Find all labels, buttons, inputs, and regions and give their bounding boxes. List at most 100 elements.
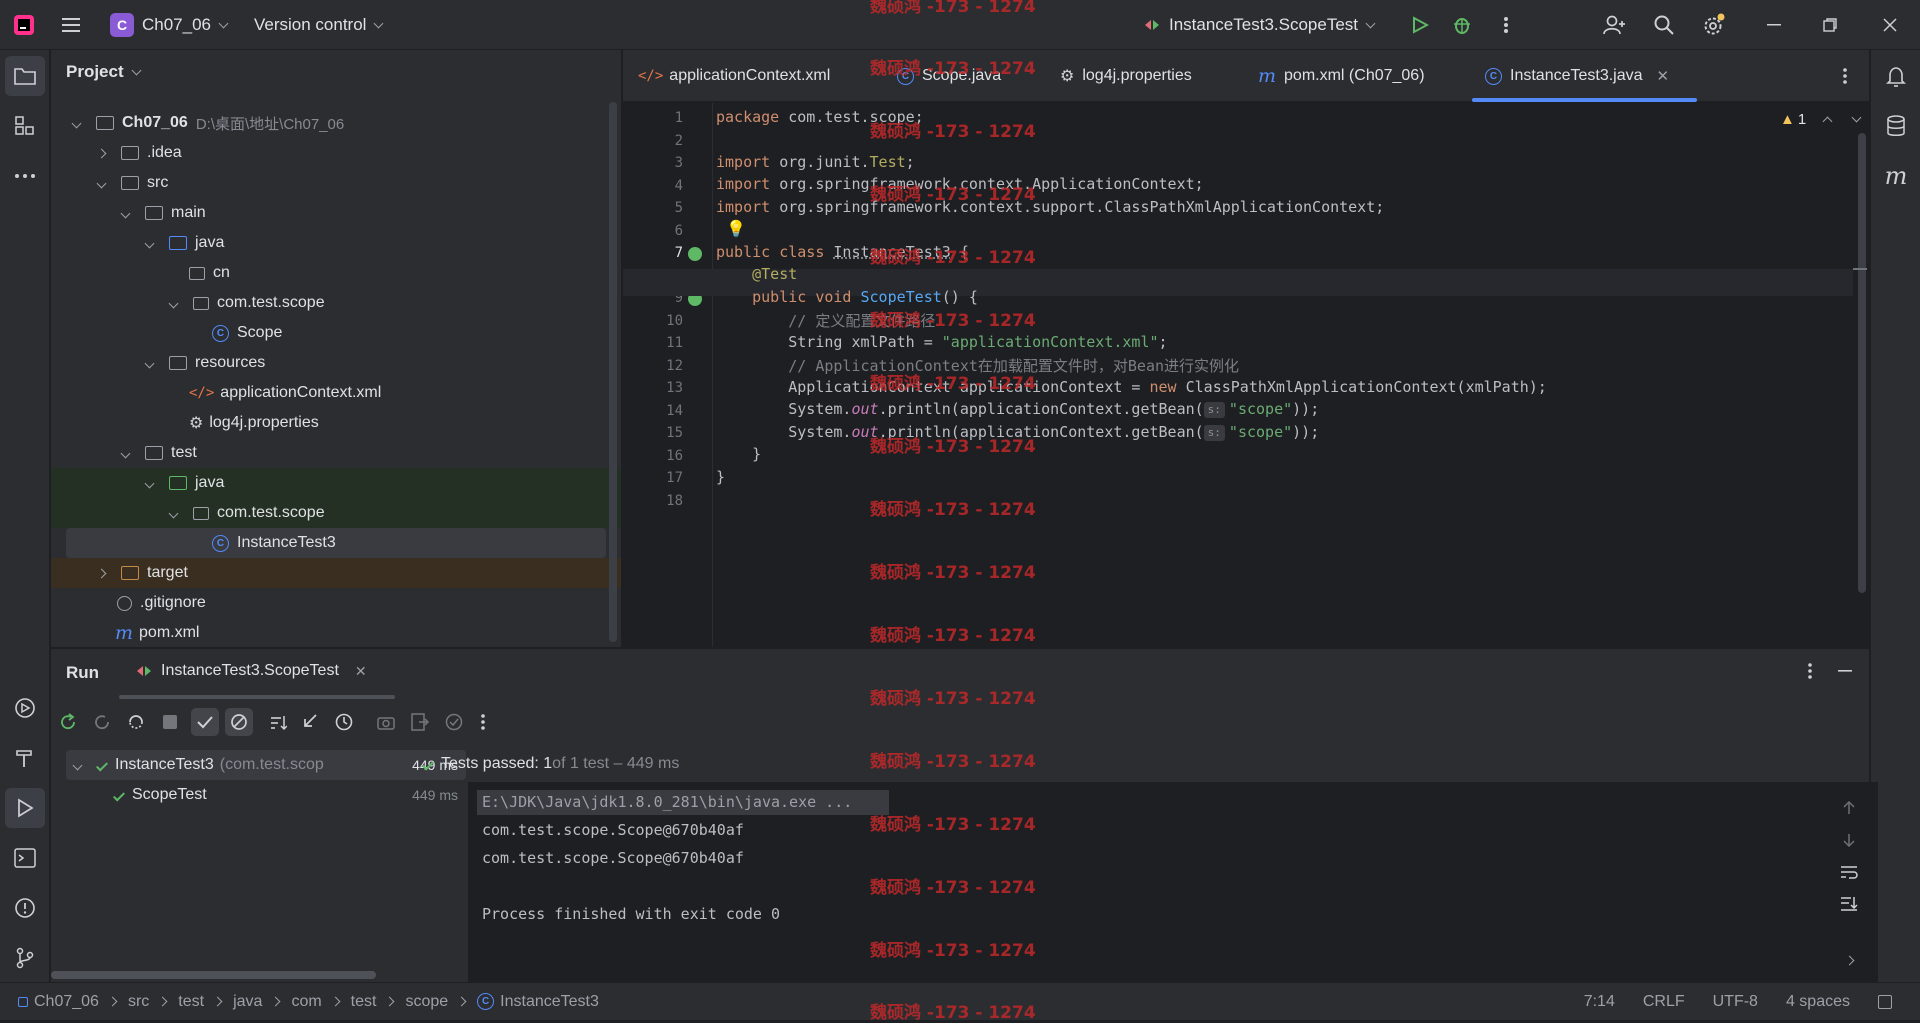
line-number[interactable]: 3 — [623, 155, 683, 171]
tree-item-test[interactable]: test — [51, 438, 611, 468]
tree-item-pom-xml[interactable]: m pom.xml — [51, 618, 611, 648]
terminal-icon[interactable] — [5, 838, 45, 878]
version-control-menu[interactable]: Version control — [254, 0, 384, 50]
tab-scope-java[interactable]: C Scope.java — [897, 50, 1001, 102]
file-encoding[interactable]: UTF-8 — [1713, 993, 1758, 1011]
project-panel-title[interactable]: Project — [66, 62, 142, 82]
build-hammer-icon[interactable] — [5, 738, 45, 778]
line-number[interactable]: 15 — [623, 425, 683, 441]
line-number[interactable]: 1 — [623, 110, 683, 126]
screenshot-icon[interactable] — [373, 709, 399, 735]
chevron-up-icon[interactable] — [1822, 116, 1833, 127]
debug-icon[interactable] — [1450, 13, 1474, 37]
run-config-selector[interactable]: InstanceTest3.ScopeTest — [1143, 0, 1376, 50]
run-tool-icon[interactable] — [5, 788, 45, 828]
tab-application-context-xml[interactable]: </> applicationContext.xml — [638, 50, 830, 102]
problems-icon[interactable] — [5, 888, 45, 928]
export-icon[interactable] — [407, 709, 433, 735]
line-number[interactable]: 7 — [623, 245, 683, 261]
line-number[interactable]: 10 — [623, 313, 683, 329]
import-tests-icon[interactable] — [297, 709, 323, 735]
lightbulb-icon[interactable]: 💡 — [726, 219, 746, 239]
tree-item-com-test-scope-test[interactable]: com.test.scope — [51, 498, 621, 528]
tree-item-com-test-scope-main[interactable]: com.test.scope — [51, 288, 611, 318]
database-icon[interactable] — [1876, 106, 1916, 146]
expand-right-icon[interactable] — [1838, 949, 1860, 971]
run-options-icon[interactable] — [1800, 659, 1820, 683]
show-ignored-icon[interactable] — [225, 708, 253, 736]
read-only-lock-icon[interactable] — [1878, 994, 1892, 1009]
breadcrumb-item[interactable]: test — [351, 993, 377, 1011]
more-toolbar-icon[interactable] — [475, 709, 491, 735]
line-number[interactable]: 14 — [623, 403, 683, 419]
restore-icon[interactable] — [1818, 13, 1842, 37]
structure-icon[interactable] — [5, 106, 45, 146]
test-tree-root[interactable]: InstanceTest3 (com.test.scop 449 ms — [66, 750, 466, 780]
maven-m-icon[interactable]: m — [1876, 156, 1916, 196]
tab-instancetest3-java-active[interactable]: C InstanceTest3.java ✕ — [1485, 50, 1669, 102]
tab-options-icon[interactable] — [1833, 64, 1857, 88]
line-number[interactable]: 16 — [623, 448, 683, 464]
close-tab-icon[interactable]: ✕ — [355, 663, 367, 680]
inspection-widget[interactable]: ▲ 1 — [1780, 111, 1862, 128]
line-number[interactable]: 17 — [623, 470, 683, 486]
scroll-to-end-icon[interactable] — [1838, 893, 1860, 915]
settings-gear-icon[interactable] — [1701, 12, 1727, 38]
test-tree-scrollbar[interactable] — [51, 971, 376, 979]
tree-item-src[interactable]: src — [51, 168, 611, 198]
project-selector[interactable]: C Ch07_06 — [110, 0, 229, 50]
services-icon[interactable] — [5, 688, 45, 728]
run-test-gutter-icon[interactable] — [688, 247, 702, 261]
rerun-failed-icon[interactable] — [89, 709, 115, 735]
tree-item-target[interactable]: target — [51, 558, 621, 588]
search-icon[interactable] — [1652, 13, 1676, 37]
line-number[interactable]: 4 — [623, 178, 683, 194]
console-output[interactable]: E:\JDK\Java\jdk1.8.0_281\bin\java.exe ..… — [468, 782, 1878, 982]
git-icon[interactable] — [5, 938, 45, 978]
close-tab-icon[interactable]: ✕ — [1657, 67, 1670, 85]
line-number[interactable]: 13 — [623, 380, 683, 396]
tree-item-cn[interactable]: cn — [51, 258, 611, 288]
indent-setting[interactable]: 4 spaces — [1786, 993, 1850, 1011]
tree-item-test-java[interactable]: java — [51, 468, 621, 498]
test-tree-item-scopetest[interactable]: ScopeTest 449 ms — [66, 780, 466, 810]
breadcrumb-item[interactable]: src — [128, 993, 149, 1011]
close-window-icon[interactable] — [1878, 13, 1902, 37]
chevron-down-icon[interactable] — [1851, 112, 1862, 123]
tree-item-gitignore[interactable]: .gitignore — [51, 588, 611, 618]
line-number[interactable]: 18 — [623, 493, 683, 509]
tab-log4j-properties[interactable]: ⚙ log4j.properties — [1060, 50, 1192, 102]
more-tools-icon[interactable] — [5, 156, 45, 196]
tree-item-project-root[interactable]: Ch07_06 D:\桌面\地址\Ch07_06 — [51, 108, 611, 138]
scroll-down-icon[interactable] — [1838, 829, 1860, 851]
cursor-position[interactable]: 7:14 — [1584, 993, 1615, 1011]
main-menu-icon[interactable] — [60, 0, 84, 50]
editor-scrollbar[interactable] — [1858, 133, 1866, 593]
stop-icon[interactable] — [157, 709, 183, 735]
line-number[interactable]: 6 — [623, 223, 683, 239]
test-history-icon[interactable] — [331, 709, 357, 735]
sort-icon[interactable] — [265, 709, 291, 735]
line-separator[interactable]: CRLF — [1643, 993, 1685, 1011]
run-icon[interactable] — [1408, 13, 1432, 37]
tree-item-main[interactable]: main — [51, 198, 611, 228]
coverage-icon[interactable] — [441, 709, 467, 735]
tab-pom-xml[interactable]: m pom.xml (Ch07_06) — [1258, 50, 1425, 102]
toggle-auto-test-icon[interactable] — [123, 709, 149, 735]
tree-item-instancetest3-selected[interactable]: C InstanceTest3 — [66, 528, 606, 558]
line-number[interactable]: 5 — [623, 200, 683, 216]
app-logo-icon[interactable] — [12, 0, 36, 50]
notifications-bell-icon[interactable] — [1876, 56, 1916, 96]
code-editor[interactable]: 123456789101112131415161718 ▲ 1 package … — [623, 103, 1869, 647]
more-actions-icon[interactable] — [1496, 13, 1516, 37]
rerun-icon[interactable] — [55, 709, 81, 735]
line-number[interactable]: 12 — [623, 358, 683, 374]
line-number[interactable]: 2 — [623, 133, 683, 149]
breadcrumb-item[interactable]: java — [233, 993, 262, 1011]
hide-panel-icon[interactable] — [1833, 659, 1857, 683]
tree-item-idea[interactable]: .idea — [51, 138, 611, 168]
breadcrumb-item[interactable]: scope — [405, 993, 448, 1011]
tree-item-log4j-properties[interactable]: ⚙ log4j.properties — [51, 408, 611, 438]
console-command-line[interactable]: E:\JDK\Java\jdk1.8.0_281\bin\java.exe ..… — [482, 793, 852, 811]
tree-item-main-java[interactable]: java — [51, 228, 611, 258]
